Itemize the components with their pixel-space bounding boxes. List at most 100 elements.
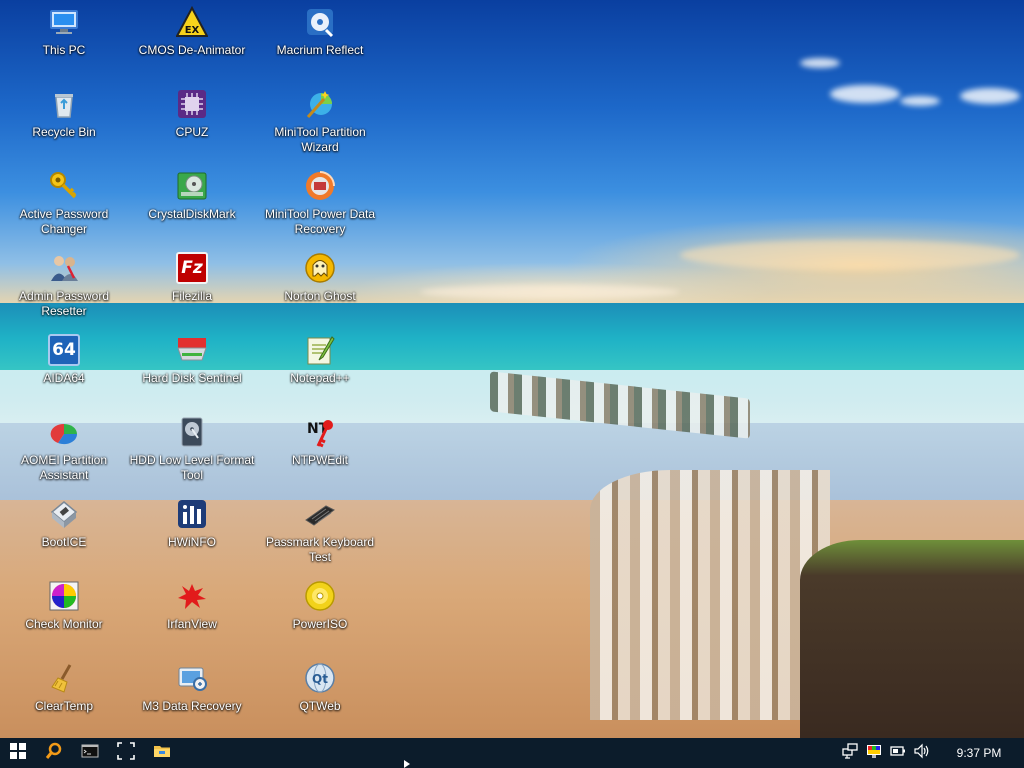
desktop-icon-check-monitor[interactable]: Check Monitor xyxy=(0,574,128,654)
data-recovery-icon xyxy=(304,170,336,202)
desktop-icon-bootice[interactable]: BootICE xyxy=(0,492,128,572)
cmd-icon xyxy=(81,742,99,764)
color-monitor-icon xyxy=(48,580,80,612)
windows-logo-icon xyxy=(9,742,27,764)
capture-frame-icon xyxy=(117,742,135,764)
desktop-icon-label: QTWeb xyxy=(299,699,341,713)
desktop-icon-label: CPUZ xyxy=(175,125,209,139)
desktop-icon-filezilla[interactable]: Fz Filezilla xyxy=(128,246,256,326)
irfanview-splat-icon xyxy=(176,580,208,612)
desktop-icon-cmos-de-animator[interactable]: EX CMOS De-Animator xyxy=(128,0,256,80)
volume-tray[interactable] xyxy=(910,738,934,768)
desktop-icon-this-pc[interactable]: This PC xyxy=(0,0,128,80)
aida64-icon: 64 xyxy=(48,334,80,366)
desktop-icon-label: Admin Password Resetter xyxy=(18,289,110,318)
desktop-icon-label: Notepad++ xyxy=(290,371,350,385)
folder-icon xyxy=(153,742,171,764)
desktop-icon-passmark-keyboard-test[interactable]: Passmark Keyboard Test xyxy=(256,492,384,572)
desktop-icon-label: Active Password Changer xyxy=(19,207,109,236)
desktop-icon-recycle-bin[interactable]: Recycle Bin xyxy=(0,82,128,162)
computer-icon xyxy=(48,6,80,38)
desktop-icon-label: HDD Low Level Format Tool xyxy=(129,453,255,482)
cpu-chip-icon xyxy=(176,88,208,120)
desktop-icon-label: ClearTemp xyxy=(34,699,94,713)
ghost-icon xyxy=(304,252,336,284)
desktop-icon-irfanview[interactable]: IrfanView xyxy=(128,574,256,654)
m3-recovery-icon xyxy=(176,662,208,694)
start-button[interactable] xyxy=(0,738,36,768)
desktop-icon-aida64[interactable]: 64 AIDA64 xyxy=(0,328,128,408)
magic-wand-icon xyxy=(304,88,336,120)
system-tray: 9:37 PM xyxy=(838,738,1024,768)
desktop-icon-minitool-partition-wizard[interactable]: MiniTool Partition Wizard xyxy=(256,82,384,162)
desktop-icon-cleartemp[interactable]: ClearTemp xyxy=(0,656,128,736)
desktop-icon-label: Macrium Reflect xyxy=(276,43,364,57)
keyboard-icon xyxy=(304,498,336,530)
screenshot-button[interactable] xyxy=(108,738,144,768)
desktop-icon-cpuz[interactable]: CPUZ xyxy=(128,82,256,162)
desktop-icon-crystaldiskmark[interactable]: CrystalDiskMark xyxy=(128,164,256,244)
volume-icon xyxy=(914,743,930,763)
hwinfo-bars-icon xyxy=(176,498,208,530)
filezilla-icon-text: Fz xyxy=(181,258,203,278)
search-icon xyxy=(45,742,63,764)
admin-users-icon xyxy=(48,252,80,284)
desktop-icon-ntpwedit[interactable]: NT NTPWEdit xyxy=(256,410,384,490)
desktop-icon-label: Filezilla xyxy=(171,289,212,303)
desktop-icon-minitool-power-data-recovery[interactable]: MiniTool Power Data Recovery xyxy=(256,164,384,244)
desktop-icon-label: BootICE xyxy=(41,535,87,549)
aida64-icon-text: 64 xyxy=(52,340,76,360)
desktop-icon-label: NTPWEdit xyxy=(291,453,348,467)
qtweb-icon-text: Qt xyxy=(312,672,328,686)
network-icon xyxy=(842,743,858,763)
desktop-icon-norton-ghost[interactable]: Norton Ghost xyxy=(256,246,384,326)
macrium-icon xyxy=(304,6,336,38)
desktop-icon-label: CMOS De-Animator xyxy=(138,43,246,57)
hard-disk-icon xyxy=(176,334,208,366)
qtweb-globe-icon: Qt xyxy=(304,662,336,694)
desktop-icon-label: MiniTool Power Data Recovery xyxy=(264,207,376,236)
desktop-icon-active-password-changer[interactable]: Active Password Changer xyxy=(0,164,128,244)
desktop-icon-label: This PC xyxy=(42,43,86,57)
warning-ex-icon: EX xyxy=(176,6,208,38)
ntpwedit-icon: NT xyxy=(304,416,336,448)
network-tray[interactable] xyxy=(838,738,862,768)
desktop-icon-notepad-plus-plus[interactable]: Notepad++ xyxy=(256,328,384,408)
desktop-icon-label: Check Monitor xyxy=(25,617,103,631)
filezilla-icon: Fz xyxy=(176,252,208,284)
desktop-icon-hard-disk-sentinel[interactable]: Hard Disk Sentinel xyxy=(128,328,256,408)
broom-icon xyxy=(48,662,80,694)
desktop-icon-qtweb[interactable]: Qt QTWeb xyxy=(256,656,384,736)
desktop-icon-area: This PC Recycle Bin Active Password Chan… xyxy=(0,0,1024,738)
battery-icon xyxy=(890,743,906,763)
desktop-icon-macrium-reflect[interactable]: Macrium Reflect xyxy=(256,0,384,80)
desktop-icon-label: IrfanView xyxy=(167,617,217,631)
command-prompt-button[interactable] xyxy=(72,738,108,768)
desktop-icon-poweriso[interactable]: PowerISO xyxy=(256,574,384,654)
mouse-cursor xyxy=(404,760,410,768)
cmos-icon-text: EX xyxy=(185,25,200,36)
desktop-icon-hwinfo[interactable]: HWiNFO xyxy=(128,492,256,572)
notepad-icon xyxy=(304,334,336,366)
desktop-icon-label: HWiNFO xyxy=(168,535,216,549)
search-button[interactable] xyxy=(36,738,72,768)
aomei-disk-icon xyxy=(48,416,80,448)
disc-icon xyxy=(304,580,336,612)
desktop-icon-label: M3 Data Recovery xyxy=(142,699,242,713)
desktop-icon-aomei-partition-assistant[interactable]: AOMEI Partition Assistant xyxy=(0,410,128,490)
desktop-icon-label: AOMEI Partition Assistant xyxy=(20,453,108,482)
desktop-icon-hdd-low-level-format-tool[interactable]: HDD Low Level Format Tool xyxy=(128,410,256,490)
recycle-bin-icon xyxy=(48,88,80,120)
taskbar: 9:37 PM xyxy=(0,738,1024,768)
display-tray[interactable] xyxy=(862,738,886,768)
bootice-drive-icon xyxy=(48,498,80,530)
disk-benchmark-icon xyxy=(176,170,208,202)
color-display-icon xyxy=(866,743,882,763)
desktop-icon-label: Passmark Keyboard Test xyxy=(265,535,375,564)
battery-tray[interactable] xyxy=(886,738,910,768)
taskbar-clock[interactable]: 9:37 PM xyxy=(934,746,1024,760)
desktop-icon-admin-password-resetter[interactable]: Admin Password Resetter xyxy=(0,246,128,326)
desktop-icon-m3-data-recovery[interactable]: M3 Data Recovery xyxy=(128,656,256,736)
file-explorer-button[interactable] xyxy=(144,738,180,768)
key-icon xyxy=(48,170,80,202)
